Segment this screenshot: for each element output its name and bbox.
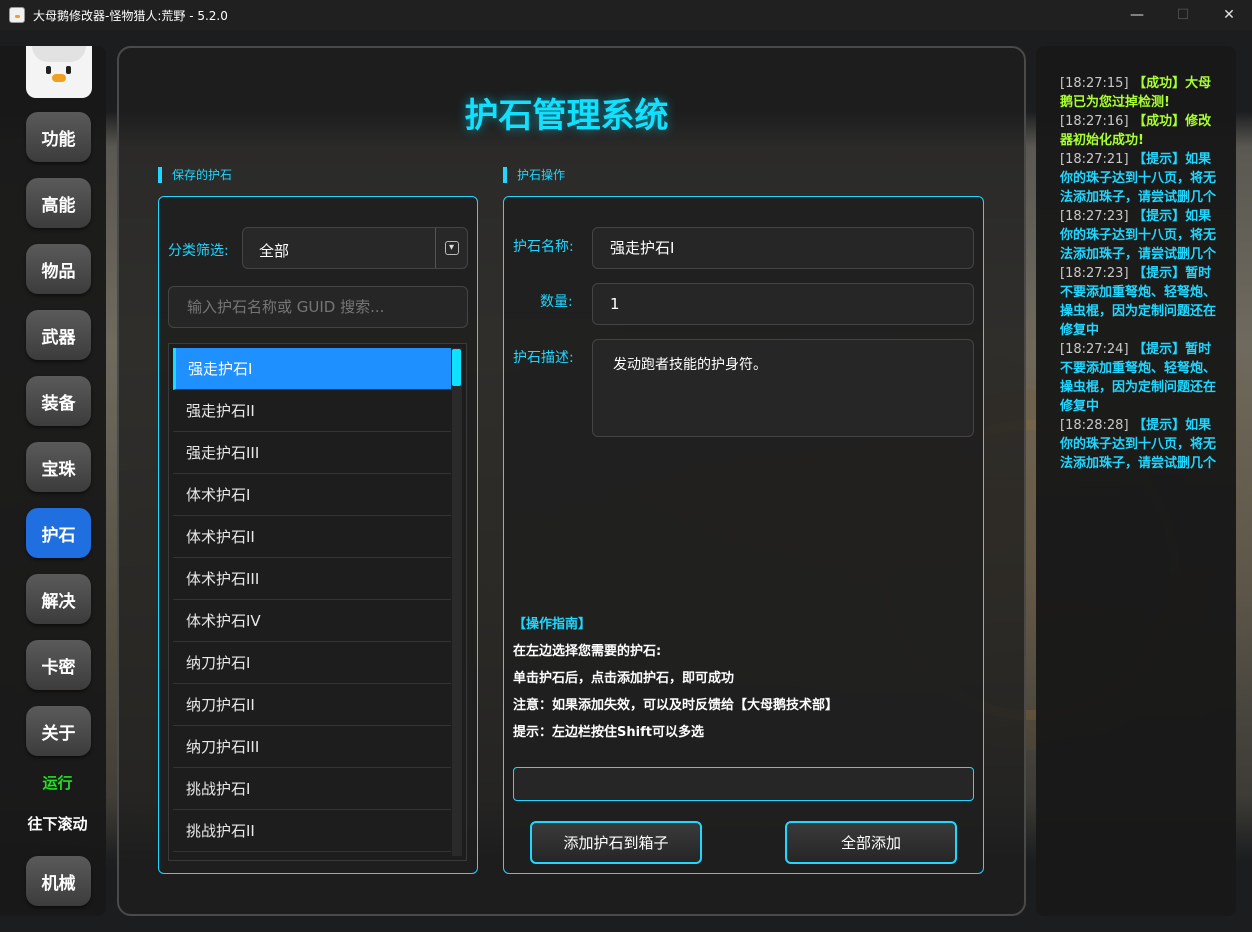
charm-description-field[interactable]: 发动跑者技能的护身符。 bbox=[592, 339, 974, 437]
saved-charms-section-label: 保存的护石 bbox=[158, 167, 232, 183]
list-item[interactable]: 体术护石I bbox=[173, 474, 451, 516]
log-entry: [18:27:21] 【提示】如果你的珠子达到十八页，将无法添加珠子，请尝试删几… bbox=[1060, 152, 1217, 205]
nav-decorations-button[interactable]: 宝珠 bbox=[26, 442, 91, 492]
window-controls: — ☐ ✕ bbox=[1114, 0, 1252, 30]
nav-function-button[interactable]: 功能 bbox=[26, 112, 91, 162]
add-charm-button[interactable]: 添加护石到箱子 bbox=[530, 821, 702, 864]
list-item[interactable]: 体术护石II bbox=[173, 516, 451, 558]
scroll-down-label[interactable]: 往下滚动 bbox=[0, 813, 115, 834]
list-item[interactable]: 强走护石I bbox=[173, 348, 451, 390]
list-item[interactable]: 体术护石IV bbox=[173, 600, 451, 642]
category-filter-value: 全部 bbox=[259, 242, 290, 260]
quantity-label: 数量: bbox=[540, 294, 573, 310]
guide-line: 单击护石后，点击添加护石，即可成功 bbox=[513, 671, 735, 686]
add-all-button[interactable]: 全部添加 bbox=[785, 821, 957, 864]
status-output-field[interactable] bbox=[513, 767, 974, 801]
log-entry: [18:28:28] 【提示】如果你的珠子达到十八页，将无法添加珠子，请尝试删几… bbox=[1060, 418, 1217, 471]
app-goose-icon bbox=[9, 7, 25, 23]
nav-equipment-button[interactable]: 装备 bbox=[26, 376, 91, 426]
log-panel: [18:27:15] 【成功】大母鹅已为您过掉检测! [18:27:16] 【成… bbox=[1036, 46, 1236, 916]
charm-name-field[interactable]: 强走护石I bbox=[592, 227, 974, 269]
log-entry: [18:27:24] 【提示】暂时不要添加重弩炮、轻弩炮、操虫棍，因为定制问题还… bbox=[1060, 342, 1217, 414]
quantity-field[interactable]: 1 bbox=[592, 283, 974, 325]
nav-solutions-button[interactable]: 解决 bbox=[26, 574, 91, 624]
nav-about-button[interactable]: 关于 bbox=[26, 706, 91, 756]
close-button[interactable]: ✕ bbox=[1206, 0, 1252, 30]
charm-description-label: 护石描述: bbox=[513, 350, 574, 366]
list-item[interactable]: 强走护石II bbox=[173, 390, 451, 432]
list-item[interactable]: 体术护石III bbox=[173, 558, 451, 600]
window-title: 大母鹅修改器-怪物猎人:荒野 - 5.2.0 bbox=[33, 8, 228, 23]
list-scrollbar-thumb[interactable] bbox=[452, 349, 461, 386]
charm-operations-section-label: 护石操作 bbox=[503, 167, 565, 183]
list-item[interactable]: 纳刀护石II bbox=[173, 684, 451, 726]
log-entry: [18:27:23] 【提示】暂时不要添加重弩炮、轻弩炮、操虫棍，因为定制问题还… bbox=[1060, 266, 1217, 338]
nav-card-key-button[interactable]: 卡密 bbox=[26, 640, 91, 690]
guide-line: 提示：左边栏按住Shift可以多选 bbox=[513, 725, 704, 740]
log-entry: [18:27:16] 【成功】修改器初始化成功! bbox=[1060, 114, 1212, 148]
title-bar: 大母鹅修改器-怪物猎人:荒野 - 5.2.0 — ☐ ✕ bbox=[0, 0, 1252, 30]
run-status-label: 运行 bbox=[42, 774, 73, 792]
nav-weapons-button[interactable]: 武器 bbox=[26, 310, 91, 360]
minimize-button[interactable]: — bbox=[1114, 0, 1160, 30]
charm-list[interactable]: 强走护石I 强走护石II 强走护石III 体术护石I 体术护石II 体术护石II… bbox=[168, 343, 467, 861]
charm-search-input[interactable] bbox=[168, 286, 468, 328]
nav-highenergy-button[interactable]: 高能 bbox=[26, 178, 91, 228]
list-item[interactable]: 挑战护石II bbox=[173, 810, 451, 852]
log-entry: [18:27:15] 【成功】大母鹅已为您过掉检测! bbox=[1060, 76, 1212, 110]
list-scrollbar[interactable] bbox=[452, 348, 462, 856]
dropdown-toggle[interactable]: ▾ bbox=[435, 228, 467, 268]
list-item[interactable]: 挑战护石I bbox=[173, 768, 451, 810]
guide-line: 在左边选择您需要的护石: bbox=[513, 644, 662, 659]
goose-avatar-icon bbox=[26, 46, 92, 98]
category-filter-select[interactable]: 全部 ▾ bbox=[242, 227, 468, 269]
page-title: 护石管理系统 bbox=[464, 96, 669, 136]
nav-items-button[interactable]: 物品 bbox=[26, 244, 91, 294]
guide-heading: 【操作指南】 bbox=[513, 617, 592, 632]
guide-line: 注意：如果添加失效，可以及时反馈给【大母鹅技术部】 bbox=[513, 698, 839, 713]
list-item[interactable]: 强走护石III bbox=[173, 432, 451, 474]
nav-charms-button[interactable]: 护石 bbox=[26, 508, 91, 558]
list-item[interactable]: 纳刀护石I bbox=[173, 642, 451, 684]
log-entry: [18:27:23] 【提示】如果你的珠子达到十八页，将无法添加珠子，请尝试删几… bbox=[1060, 209, 1217, 262]
nav-mechanical-button[interactable]: 机械 bbox=[26, 856, 91, 906]
chevron-down-icon: ▾ bbox=[444, 241, 459, 255]
charm-name-label: 护石名称: bbox=[513, 239, 574, 255]
filter-label: 分类筛选: bbox=[168, 243, 229, 259]
maximize-button[interactable]: ☐ bbox=[1160, 0, 1206, 30]
list-item[interactable]: 纳刀护石III bbox=[173, 726, 451, 768]
